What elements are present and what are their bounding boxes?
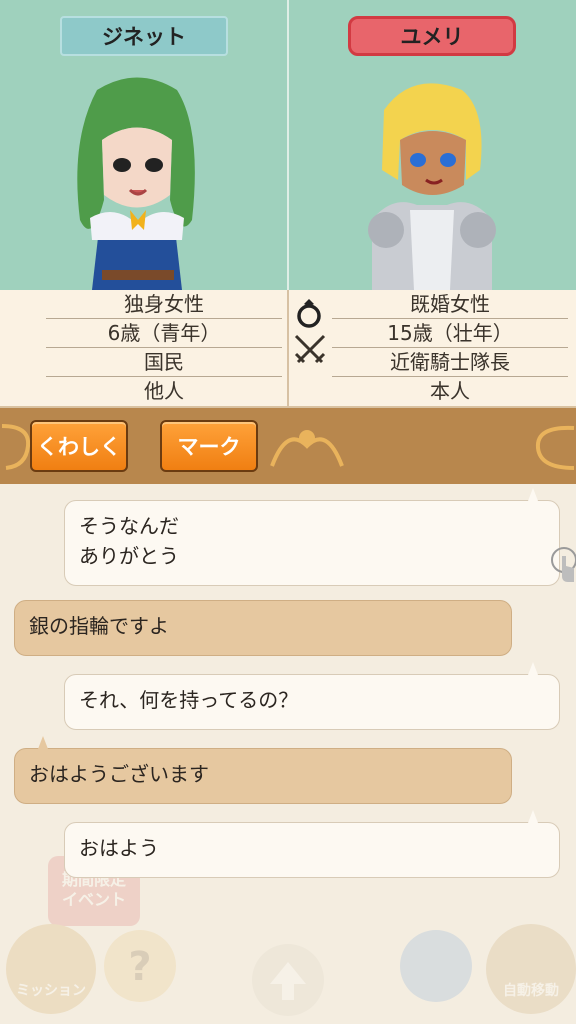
right-marital-status: 既婚女性 <box>332 290 568 319</box>
portrait-panel: ジネット ユメリ <box>0 0 576 290</box>
left-relationship: 他人 <box>144 379 184 403</box>
right-character-name: ユメリ <box>400 25 464 49</box>
auto-move-label: 自動移動 <box>503 983 559 999</box>
left-character-info: 独身女性 6歳（青年） 国民 他人 <box>46 290 282 406</box>
left-character-name-tag[interactable]: ジネット <box>60 16 228 56</box>
chat-bubble-left-2: おはようございます <box>14 748 512 804</box>
chat-bubble-right-2: それ、何を持ってるの？ <box>64 674 560 730</box>
left-marital-status: 独身女性 <box>46 290 282 319</box>
chat-line: 銀の指輪ですよ <box>29 614 169 638</box>
help-button[interactable]: ? <box>104 930 176 1002</box>
right-ornament-icon <box>535 425 575 470</box>
clock-button[interactable] <box>400 930 472 1002</box>
chat-line: それ、何を持ってるの？ <box>79 688 299 712</box>
chat-bubble-right-1: そうなんだ ありがとう <box>64 500 560 586</box>
right-occupation: 近衛騎士隊長 <box>332 348 568 377</box>
center-ornament-icon <box>270 430 344 467</box>
ring-icon <box>297 299 321 328</box>
chat-line: ありがとう <box>79 544 179 568</box>
scroll-up-button[interactable] <box>252 944 324 1016</box>
chat-line: おはようございます <box>29 762 209 786</box>
bubble-tail <box>528 662 538 675</box>
svg-text:?: ? <box>128 944 151 990</box>
right-character-name-tag[interactable]: ユメリ <box>348 16 516 56</box>
character-info-table: 独身女性 6歳（青年） 国民 他人 既婚女性 15歳（壮年） 近衛騎士隊長 本人 <box>0 290 576 408</box>
right-character-portrait[interactable] <box>362 70 502 290</box>
mission-button[interactable]: ミッション <box>6 924 96 1014</box>
chat-line: そうなんだ <box>79 514 179 538</box>
detail-button[interactable]: くわしく <box>30 420 128 472</box>
left-character-portrait[interactable] <box>62 70 212 290</box>
bubble-tail <box>38 736 48 749</box>
right-relationship: 本人 <box>430 379 470 403</box>
mark-button-label: マーク <box>177 435 241 459</box>
info-divider <box>287 290 289 408</box>
bubble-tail <box>528 810 538 823</box>
question-icon: ? <box>128 944 151 990</box>
chat-bubble-left-1: 銀の指輪ですよ <box>14 600 512 656</box>
tap-hand-icon[interactable] <box>546 546 576 586</box>
chat-bubble-right-3: おはよう <box>64 822 560 878</box>
chat-area[interactable]: 期間限定 イベント ミッション ? 自動移動 そうなんだ ありがとう 銀の指輪で… <box>0 484 576 1024</box>
left-age: 6歳（青年） <box>46 319 282 348</box>
portrait-divider <box>287 0 289 290</box>
left-occupation: 国民 <box>46 348 282 377</box>
mark-button[interactable]: マーク <box>160 420 258 472</box>
right-character-info: 既婚女性 15歳（壮年） 近衛騎士隊長 本人 <box>332 290 568 406</box>
bubble-tail <box>528 488 538 501</box>
crossed-swords-icon <box>294 334 326 364</box>
right-age: 15歳（壮年） <box>332 319 568 348</box>
detail-button-label: くわしく <box>37 435 121 459</box>
auto-move-button[interactable]: 自動移動 <box>486 924 576 1014</box>
left-character-name: ジネット <box>102 25 186 49</box>
arrow-up-icon <box>270 962 306 1000</box>
mission-label: ミッション <box>16 983 86 999</box>
chat-line: おはよう <box>79 836 159 860</box>
